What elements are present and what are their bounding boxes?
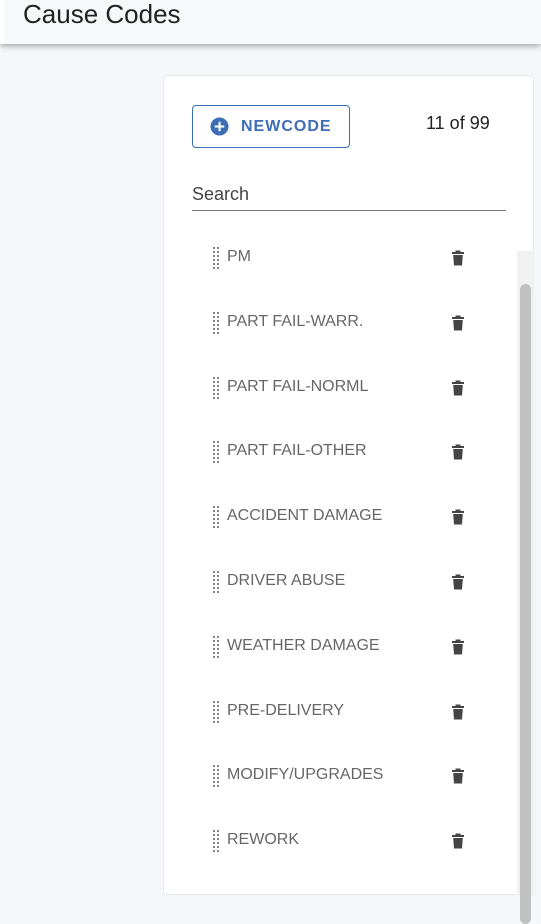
drag-handle-icon[interactable] <box>212 440 220 464</box>
drag-handle-icon[interactable] <box>212 247 220 270</box>
trash-icon[interactable] <box>451 639 465 655</box>
drag-handle-icon[interactable] <box>212 376 220 400</box>
record-count: 11 of 99 <box>426 113 490 133</box>
drag-handle-icon[interactable] <box>212 700 220 724</box>
list-item[interactable]: PM <box>164 247 517 289</box>
list-item-label: PRE-DELIVERY <box>227 701 345 719</box>
list-item[interactable]: PRE-DELIVERY <box>164 678 517 743</box>
trash-icon[interactable] <box>451 574 465 590</box>
trash-icon[interactable] <box>451 380 465 396</box>
page-title: Cause Codes <box>23 0 181 29</box>
scrollbar-thumb[interactable] <box>520 284 531 924</box>
list-item[interactable]: PART FAIL-OTHER <box>164 418 517 483</box>
drag-handle-icon[interactable] <box>212 764 220 788</box>
drag-handle-icon[interactable] <box>212 829 220 853</box>
list-item[interactable]: PART FAIL-WARR. <box>164 289 517 354</box>
plus-circle-icon <box>210 117 229 136</box>
cause-codes-panel: NEWCODE 11 of 99 PM PART FAIL-WARR. <box>163 75 534 924</box>
list-item-label: ACCIDENT DAMAGE <box>227 507 383 525</box>
drag-handle-icon[interactable] <box>212 311 220 335</box>
trash-icon[interactable] <box>451 509 465 525</box>
trash-icon[interactable] <box>451 444 465 460</box>
trash-icon[interactable] <box>451 250 465 266</box>
list-item-label: REWORK <box>227 831 299 849</box>
cause-code-list-items: PM PART FAIL-WARR. PART FAIL-NORML PART … <box>164 247 517 872</box>
list-item-label: WEATHER DAMAGE <box>227 636 380 654</box>
trash-icon[interactable] <box>451 833 465 849</box>
list-item-label: PM <box>227 248 251 265</box>
trash-icon[interactable] <box>451 704 465 720</box>
trash-icon[interactable] <box>451 768 465 784</box>
search-input[interactable] <box>192 179 506 211</box>
list-item[interactable]: MODIFY/UPGRADES <box>164 742 517 807</box>
new-code-label: NEWCODE <box>241 118 332 135</box>
list-item-label: PART FAIL-NORML <box>227 377 369 395</box>
list-item-label: DRIVER ABUSE <box>227 571 346 589</box>
trash-icon[interactable] <box>451 315 465 331</box>
list-item[interactable]: PART FAIL-NORML <box>164 354 517 419</box>
list-item-label: MODIFY/UPGRADES <box>227 766 384 784</box>
drag-handle-icon[interactable] <box>212 505 220 529</box>
list-item[interactable]: ACCIDENT DAMAGE <box>164 483 517 548</box>
list-item-label: PART FAIL-OTHER <box>227 442 367 460</box>
drag-handle-icon[interactable] <box>212 635 220 659</box>
cause-code-list: PM PART FAIL-WARR. PART FAIL-NORML PART … <box>164 247 517 896</box>
list-item[interactable]: WEATHER DAMAGE <box>164 613 517 678</box>
app-bar: Cause Codes <box>0 0 541 44</box>
list-item[interactable]: REWORK <box>164 807 517 872</box>
list-item[interactable]: DRIVER ABUSE <box>164 548 517 613</box>
list-item-label: PART FAIL-WARR. <box>227 312 364 330</box>
scrollbar[interactable] <box>517 251 534 924</box>
drag-handle-icon[interactable] <box>212 570 220 594</box>
new-code-button[interactable]: NEWCODE <box>192 105 350 148</box>
